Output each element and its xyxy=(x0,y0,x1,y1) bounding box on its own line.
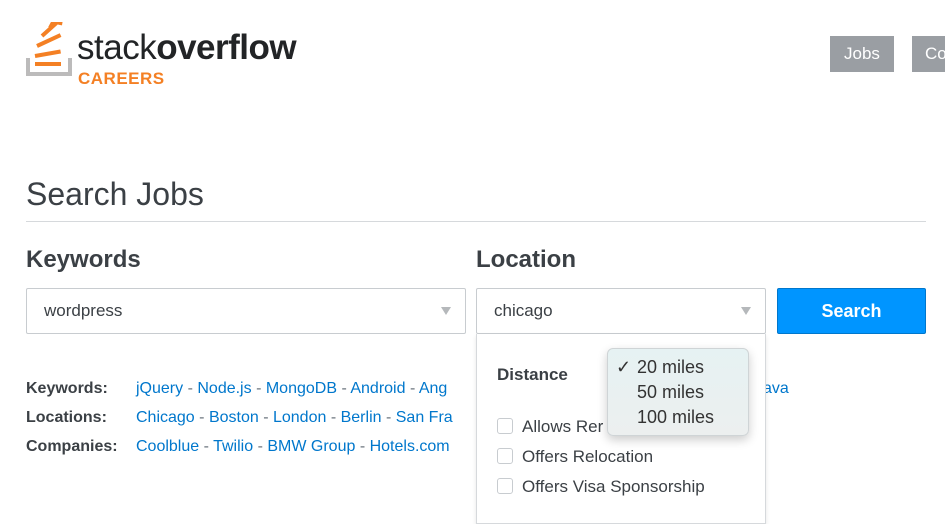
search-button[interactable]: Search xyxy=(777,288,926,334)
distance-label: Distance xyxy=(497,365,568,384)
stack-logo-icon xyxy=(26,22,72,76)
distance-option-50[interactable]: 50 miles xyxy=(608,380,748,405)
separator: - xyxy=(263,409,269,426)
separator: - xyxy=(187,380,193,397)
company-link[interactable]: BMW Group xyxy=(267,438,355,455)
location-value: chicago xyxy=(494,301,553,320)
checkbox-label: Allows Rer xyxy=(522,417,604,436)
option-label: 100 miles xyxy=(637,407,715,427)
checkbox-icon[interactable] xyxy=(497,448,513,464)
location-input[interactable]: chicago xyxy=(476,288,766,334)
checkbox-label: Offers Visa Sponsorship xyxy=(522,477,705,496)
option-label: 50 miles xyxy=(637,382,705,402)
separator: - xyxy=(257,438,263,455)
logo-careers: CAREERS xyxy=(78,69,165,88)
keyword-link[interactable]: Ang xyxy=(419,380,447,397)
allows-remote-checkbox[interactable]: Allows Rer xyxy=(497,417,603,437)
keywords-value: wordpress xyxy=(44,301,123,320)
location-link[interactable]: San Fra xyxy=(396,409,453,426)
checkbox-icon[interactable] xyxy=(497,478,513,494)
location-link[interactable]: Boston xyxy=(209,409,259,426)
locations-links-label: Locations: xyxy=(26,409,107,426)
separator: - xyxy=(409,380,416,397)
company-link[interactable]: Coolblue xyxy=(136,438,199,455)
checkmark-icon: ✓ xyxy=(616,357,632,377)
keywords-links-row: Keywords: jQuery - Node.js - MongoDB - An… xyxy=(26,380,447,398)
companies-links-row: Companies: Coolblue - Twilio - BMW Group … xyxy=(26,438,450,456)
keyword-link[interactable]: MongoDB xyxy=(266,380,337,397)
location-link[interactable]: London xyxy=(273,409,326,426)
page-title: Search Jobs xyxy=(26,176,204,212)
location-label: Location xyxy=(476,246,576,273)
companies-links-label: Companies: xyxy=(26,438,118,455)
distance-dropdown-menu: ✓ 20 miles 50 miles 100 miles xyxy=(607,348,749,436)
location-link[interactable]: Chicago xyxy=(136,409,195,426)
dropdown-caret-icon[interactable] xyxy=(441,307,451,315)
separator: - xyxy=(359,438,366,455)
distance-option-20[interactable]: ✓ 20 miles xyxy=(608,355,748,380)
keyword-link[interactable]: jQuery xyxy=(136,380,183,397)
offers-visa-checkbox[interactable]: Offers Visa Sponsorship xyxy=(497,477,705,497)
checkbox-icon[interactable] xyxy=(497,418,513,434)
location-link[interactable]: Berlin xyxy=(341,409,382,426)
divider xyxy=(26,221,926,222)
option-label: 20 miles xyxy=(637,357,705,377)
keyword-link[interactable]: ava xyxy=(763,380,789,398)
offers-relocation-checkbox[interactable]: Offers Relocation xyxy=(497,447,653,467)
company-link[interactable]: Hotels.com xyxy=(370,438,450,455)
separator: - xyxy=(203,438,209,455)
nav-companies[interactable]: Co xyxy=(912,36,945,72)
keywords-links-label: Keywords: xyxy=(26,380,108,397)
company-link[interactable]: Twilio xyxy=(213,438,253,455)
separator: - xyxy=(330,409,337,426)
nav-jobs[interactable]: Jobs xyxy=(830,36,894,72)
separator: - xyxy=(256,380,262,397)
dropdown-caret-icon[interactable] xyxy=(741,307,751,315)
distance-option-100[interactable]: 100 miles xyxy=(608,405,748,430)
separator: - xyxy=(341,380,347,397)
checkbox-label: Offers Relocation xyxy=(522,447,654,466)
locations-links-row: Locations: Chicago - Boston - London - Be… xyxy=(26,409,453,427)
keywords-label: Keywords xyxy=(26,246,141,273)
separator: - xyxy=(199,409,205,426)
logo-wordmark: stackoverflow xyxy=(77,28,297,67)
keywords-input[interactable]: wordpress xyxy=(26,288,466,334)
keyword-link[interactable]: Android xyxy=(350,380,405,397)
separator: - xyxy=(385,409,392,426)
keyword-link[interactable]: Node.js xyxy=(197,380,251,397)
